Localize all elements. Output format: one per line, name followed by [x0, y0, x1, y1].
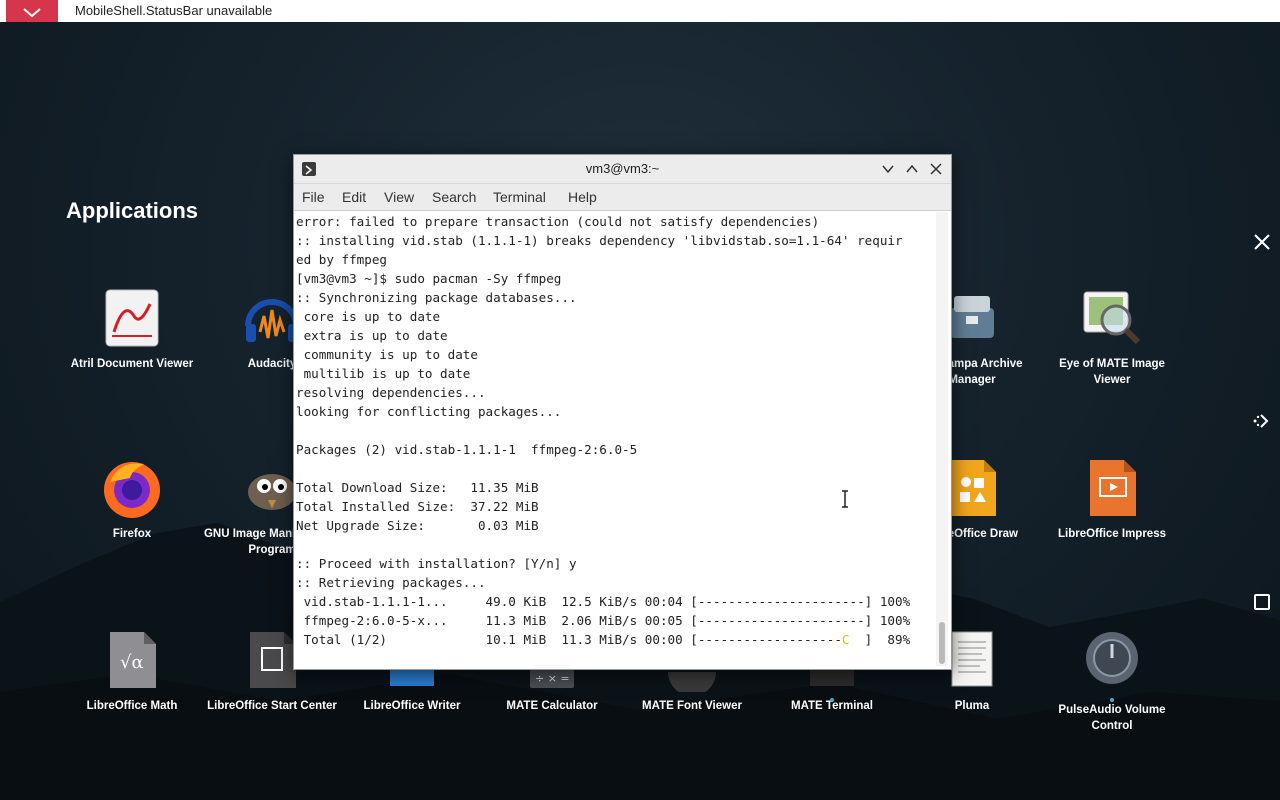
menu-bar: File Edit View Search Terminal Help [294, 184, 951, 211]
status-message: MobileShell.StatusBar unavailable [75, 3, 273, 18]
terminal-window[interactable]: vm3@vm3:~ File Edit View Search Terminal… [293, 154, 952, 670]
menu-edit[interactable]: Edit [342, 189, 366, 205]
app-libreoffice-math[interactable]: √α LibreOffice Math [62, 628, 202, 714]
libreoffice-impress-icon [1080, 456, 1144, 520]
terminal-line: ffmpeg-2:6.0-5-x... 11.3 MiB 2.06 MiB/s … [296, 613, 911, 628]
menu-view[interactable]: View [384, 189, 414, 205]
app-label: MATE Calculator [506, 700, 598, 712]
app-label: Eye of MATE Image Viewer [1059, 358, 1165, 386]
close-icon[interactable] [1252, 232, 1272, 252]
terminal-progress-line: Total (1/2) 10.1 MiB 11.3 MiB/s 00:00 [-… [296, 630, 934, 649]
svg-text:√α: √α [120, 652, 144, 673]
terminal-line: extra is up to date [296, 328, 448, 343]
terminal-scrollbar[interactable] [936, 212, 948, 666]
app-eye-of-mate[interactable]: Eye of MATE Image Viewer [1042, 286, 1182, 388]
terminal-line: looking for conflicting packages... [296, 404, 562, 419]
libreoffice-math-icon: √α [100, 628, 164, 692]
terminal-line: [vm3@vm3 ~]$ sudo pacman -Sy ffmpeg [296, 271, 562, 286]
overview-toggle-button[interactable] [1254, 594, 1270, 610]
next-page-icon[interactable] [1252, 411, 1272, 431]
app-libreoffice-impress[interactable]: LibreOffice Impress [1042, 456, 1182, 542]
app-label: LibreOffice Math [86, 700, 178, 712]
scrollbar-thumb[interactable] [939, 622, 945, 664]
running-indicator [830, 698, 834, 702]
eom-icon [1080, 286, 1144, 350]
app-firefox[interactable]: Firefox [62, 456, 202, 542]
close-launcher-button[interactable] [6, 0, 58, 22]
window-titlebar[interactable]: vm3@vm3:~ [294, 155, 951, 184]
menu-search[interactable]: Search [432, 189, 476, 205]
terminal-line: Net Upgrade Size: 0.03 MiB [296, 518, 539, 533]
app-pulseaudio[interactable]: PulseAudio Volume Control [1042, 628, 1182, 734]
terminal-line: :: Proceed with installation? [Y/n] y [296, 556, 577, 571]
top-status-bar: MobileShell.StatusBar unavailable [0, 0, 1280, 22]
app-label: LibreOffice Start Center [207, 700, 337, 712]
svg-text:÷ × =: ÷ × = [535, 672, 570, 685]
terminal-line: community is up to date [296, 347, 478, 362]
app-label: LibreOffice Impress [1057, 528, 1166, 540]
progress-prefix: Total (1/2) 10.1 MiB 11.3 MiB/s 00:00 [-… [296, 632, 842, 647]
progress-suffix: ] 89% [849, 632, 911, 647]
terminal-line: core is up to date [296, 309, 441, 324]
pulseaudio-icon [1080, 628, 1144, 692]
terminal-line: :: installing vid.stab (1.1.1-1) breaks … [296, 233, 903, 248]
page-title: Applications [66, 198, 199, 223]
app-label: Firefox [112, 528, 152, 540]
firefox-icon [100, 456, 164, 520]
terminal-output[interactable]: error: failed to prepare transaction (co… [296, 212, 934, 664]
terminal-line: :: Retrieving packages... [296, 575, 486, 590]
progress-marker: C [841, 632, 850, 647]
terminal-line: :: Synchronizing package databases... [296, 290, 577, 305]
app-label: MATE Font Viewer [642, 700, 742, 712]
terminal-line: Total Download Size: 11.35 MiB [296, 480, 539, 495]
atril-icon [100, 286, 164, 350]
terminal-line: Total Installed Size: 37.22 MiB [296, 499, 539, 514]
terminal-line: error: failed to prepare transaction (co… [296, 214, 820, 229]
terminal-line: resolving dependencies... [296, 385, 486, 400]
maximize-icon[interactable] [905, 162, 919, 176]
text-cursor-icon [842, 490, 848, 508]
minimize-icon[interactable] [881, 162, 895, 176]
terminal-line: Packages (2) vid.stab-1.1.1-1 ffmpeg-2:6… [296, 442, 638, 457]
app-label: PulseAudio Volume Control [1058, 704, 1166, 732]
close-window-icon[interactable] [929, 162, 943, 176]
terminal-line: multilib is up to date [296, 366, 471, 381]
app-label: Pluma [954, 700, 990, 712]
menu-help[interactable]: Help [568, 189, 597, 205]
window-title: vm3@vm3:~ [585, 161, 660, 176]
app-label: LibreOffice Writer [363, 700, 461, 712]
menu-file[interactable]: File [302, 189, 325, 205]
menu-terminal[interactable]: Terminal [493, 189, 546, 205]
terminal-line: vid.stab-1.1.1-1... 49.0 KiB 12.5 KiB/s … [296, 594, 911, 609]
terminal-line: ed by ffmpeg [296, 252, 387, 267]
chevron-down-icon [23, 8, 41, 18]
app-label: Atril Document Viewer [70, 358, 194, 370]
app-atril[interactable]: Atril Document Viewer [62, 286, 202, 372]
